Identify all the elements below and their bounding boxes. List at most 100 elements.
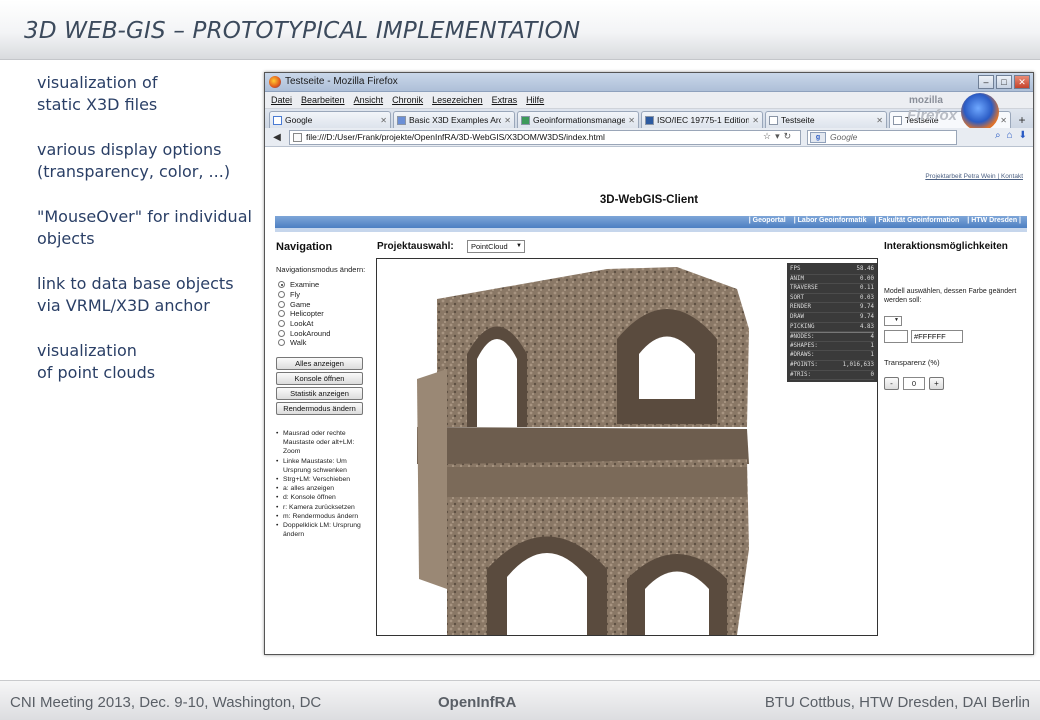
logo-firefox-text: Firefox bbox=[907, 107, 958, 124]
radio-checked[interactable] bbox=[278, 281, 285, 289]
footer-project: OpenInfRA bbox=[438, 694, 517, 711]
bullet-line: objects bbox=[37, 229, 95, 248]
stat-row: ANIM 0.00 bbox=[790, 275, 874, 285]
stat-key: #TRIS: bbox=[790, 371, 811, 378]
tab-geoinformation[interactable]: Geoinformationsmanagem... ✕ bbox=[517, 111, 639, 128]
tab-testseite[interactable]: Testseite ✕ bbox=[765, 111, 887, 128]
transparency-input[interactable]: 0 bbox=[903, 377, 925, 390]
menu-datei[interactable]: Datei bbox=[271, 95, 292, 105]
tab-close-icon[interactable]: ✕ bbox=[876, 116, 883, 125]
dropdown-arrow-icon[interactable]: ▾ bbox=[775, 131, 780, 142]
tab-close-icon[interactable]: ✕ bbox=[504, 116, 511, 125]
tab-close-icon[interactable]: ✕ bbox=[752, 116, 759, 125]
navigation-buttons: Alles anzeigen Konsole öffnen Statistik … bbox=[276, 357, 363, 417]
stat-value: 0.03 bbox=[860, 294, 874, 301]
open-console-button[interactable]: Konsole öffnen bbox=[276, 372, 363, 385]
decrease-button[interactable]: - bbox=[884, 377, 899, 390]
color-input[interactable]: #FFFFFF bbox=[911, 330, 963, 343]
menu-hilfe[interactable]: Hilfe bbox=[526, 95, 544, 105]
transparency-stepper: - 0 + bbox=[884, 377, 944, 390]
reload-icon[interactable]: ↻ bbox=[784, 131, 792, 142]
nav-bar-underline bbox=[275, 228, 1027, 232]
menu-bearbeiten[interactable]: Bearbeiten bbox=[301, 95, 345, 105]
color-swatch[interactable] bbox=[884, 330, 908, 343]
mode-option-fly[interactable]: Fly bbox=[278, 290, 330, 300]
mode-option-helicopter[interactable]: Helicopter bbox=[278, 309, 330, 319]
maximize-button[interactable]: □ bbox=[996, 75, 1012, 89]
stat-key: RENDER bbox=[790, 304, 811, 311]
new-tab-button[interactable]: + bbox=[1015, 113, 1029, 128]
back-arrow-icon[interactable]: ◀ bbox=[269, 130, 285, 145]
arcade-band bbox=[447, 467, 747, 497]
tab-x3d-examples[interactable]: Basic X3D Examples Archiv... ✕ bbox=[393, 111, 515, 128]
window-title: Testseite - Mozilla Firefox bbox=[285, 76, 398, 87]
model-select[interactable]: ▼ bbox=[884, 316, 902, 326]
stat-value: 1,016,633 bbox=[842, 361, 874, 368]
radio[interactable] bbox=[278, 339, 285, 347]
help-item: d: Konsole öffnen bbox=[276, 493, 370, 502]
tab-close-icon[interactable]: ✕ bbox=[1000, 116, 1007, 125]
tab-google[interactable]: Google ✕ bbox=[269, 111, 391, 128]
stat-value: 0 bbox=[870, 371, 875, 378]
menu-ansicht[interactable]: Ansicht bbox=[354, 95, 384, 105]
mode-option-lookat[interactable]: LookAt bbox=[278, 319, 330, 329]
site-nav-bar: | Geoportal | Labor Geoinformatik | Faku… bbox=[275, 216, 1027, 228]
stat-row: PICKING 4.83 bbox=[790, 323, 874, 333]
top-links[interactable]: Projektarbeit Petra Wein | Kontakt bbox=[925, 173, 1023, 180]
radio[interactable] bbox=[278, 320, 285, 328]
mode-option-lookaround[interactable]: LookAround bbox=[278, 328, 330, 338]
client-title: 3D-WebGIS-Client bbox=[599, 194, 699, 206]
tab-close-icon[interactable]: ✕ bbox=[380, 116, 387, 125]
help-item: m: Rendermodus ändern bbox=[276, 512, 370, 521]
window-titlebar[interactable]: Testseite - Mozilla Firefox – □ ✕ bbox=[265, 73, 1033, 92]
stat-value: 1 bbox=[870, 352, 875, 359]
mode-option-examine[interactable]: Examine bbox=[278, 280, 330, 290]
radio[interactable] bbox=[278, 329, 285, 337]
x3d-viewer-canvas[interactable]: FPS 58.46 ANIM 0.00 TRAVERSE 0.11 SORT 0.03 … bbox=[376, 258, 878, 636]
chevron-down-icon: ▼ bbox=[516, 243, 522, 249]
home-icon[interactable]: ⌂ bbox=[1007, 130, 1013, 141]
project-selection-label: Projektauswahl: bbox=[377, 241, 454, 252]
bookmark-star-icon[interactable]: ☆ bbox=[763, 131, 771, 142]
menu-chronik[interactable]: Chronik bbox=[392, 95, 423, 105]
stat-row: TRAVERSE 0.11 bbox=[790, 284, 874, 294]
search-icon[interactable]: ⌕ bbox=[995, 130, 1001, 141]
help-item: Doppelklick LM: Ursprung ändern bbox=[276, 521, 370, 539]
stat-row: #TRIS: 0 bbox=[790, 371, 874, 381]
search-placeholder: Google bbox=[830, 132, 858, 142]
change-render-mode-button[interactable]: Rendermodus ändern bbox=[276, 402, 363, 415]
project-select[interactable]: PointCloud ▼ bbox=[467, 240, 525, 253]
navigation-heading: Navigation bbox=[276, 241, 333, 253]
tab-close-icon[interactable]: ✕ bbox=[628, 116, 635, 125]
radio[interactable] bbox=[278, 310, 285, 318]
stat-key: #NODES: bbox=[790, 334, 815, 341]
address-bar[interactable]: file:///D:/User/Frank/projekte/OpenInfRA… bbox=[289, 130, 801, 145]
stat-key: PICKING bbox=[790, 323, 815, 330]
radio[interactable] bbox=[278, 291, 285, 299]
stat-row: DRAW 9.74 bbox=[790, 313, 874, 323]
nav-link-htw[interactable]: | HTW Dresden | bbox=[967, 217, 1021, 224]
minimize-button[interactable]: – bbox=[978, 75, 994, 89]
menu-lesezeichen[interactable]: Lesezeichen bbox=[432, 95, 483, 105]
show-all-button[interactable]: Alles anzeigen bbox=[276, 357, 363, 370]
nav-link-geoportal[interactable]: | Geoportal bbox=[749, 217, 786, 224]
show-statistics-button[interactable]: Statistik anzeigen bbox=[276, 387, 363, 400]
firefox-globe-icon bbox=[961, 93, 999, 131]
search-input[interactable]: g Google bbox=[807, 130, 957, 145]
bullet-line: via VRML/X3D anchor bbox=[37, 296, 210, 315]
search-engine-icon[interactable]: g bbox=[810, 132, 826, 143]
nav-link-fakultaet[interactable]: | Fakultät Geoinformation bbox=[875, 217, 960, 224]
stat-value: 0.11 bbox=[860, 285, 874, 292]
increase-button[interactable]: + bbox=[929, 377, 944, 390]
nav-link-labor[interactable]: | Labor Geoinformatik bbox=[794, 217, 867, 224]
download-icon[interactable]: ⬇ bbox=[1019, 130, 1027, 141]
stat-row: #NODES: 4 bbox=[790, 332, 874, 342]
navigation-mode-label: Navigationsmodus ändern: bbox=[276, 265, 366, 274]
radio[interactable] bbox=[278, 300, 285, 308]
close-button[interactable]: ✕ bbox=[1014, 75, 1030, 89]
tab-iso[interactable]: ISO/IEC 19775-1 Edition 3 I... ✕ bbox=[641, 111, 763, 128]
mode-option-game[interactable]: Game bbox=[278, 299, 330, 309]
mode-option-walk[interactable]: Walk bbox=[278, 338, 330, 348]
chevron-down-icon: ▼ bbox=[894, 317, 899, 323]
menu-extras[interactable]: Extras bbox=[492, 95, 518, 105]
